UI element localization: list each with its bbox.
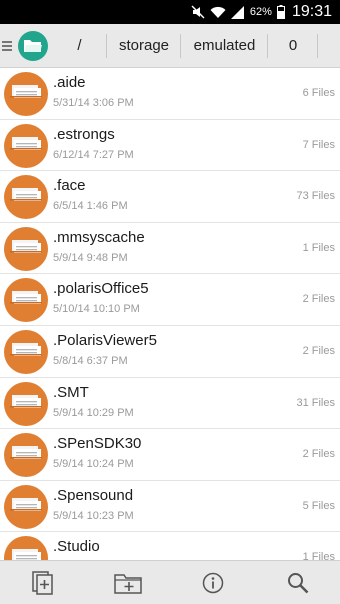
list-item[interactable]: .mmsyscache 5/9/14 9:48 PM 1 Files bbox=[0, 223, 340, 275]
file-name: .estrongs bbox=[53, 125, 115, 143]
file-count: 73 Files bbox=[296, 190, 335, 203]
search-icon bbox=[287, 572, 308, 593]
file-name: .polarisOffice5 bbox=[53, 280, 149, 298]
folder-icon bbox=[4, 72, 48, 116]
path-bar: / storage emulated 0 bbox=[0, 24, 340, 68]
info-button[interactable] bbox=[191, 561, 235, 604]
list-item[interactable]: .estrongs 6/12/14 7:27 PM 7 Files bbox=[0, 120, 340, 172]
new-file-button[interactable] bbox=[21, 561, 65, 604]
list-item[interactable]: .SPenSDK30 5/9/14 10:24 PM 2 Files bbox=[0, 429, 340, 481]
signal-icon bbox=[230, 0, 245, 24]
mute-icon bbox=[191, 0, 205, 24]
breadcrumb-0[interactable]: 0 bbox=[268, 24, 318, 68]
file-count: 1 Files bbox=[302, 241, 335, 254]
file-date: 6/12/14 7:27 PM bbox=[53, 148, 134, 161]
file-count: 7 Files bbox=[302, 138, 335, 151]
folder-icon bbox=[4, 123, 48, 168]
list-item[interactable]: .aide 5/31/14 3:06 PM 6 Files bbox=[0, 68, 340, 120]
file-count: 2 Files bbox=[302, 293, 335, 306]
folder-icon bbox=[4, 433, 48, 478]
battery-percent: 62% bbox=[249, 6, 272, 18]
folder-open-icon bbox=[24, 39, 42, 52]
file-name: .mmsyscache bbox=[53, 228, 145, 246]
list-item[interactable]: .PolarisViewer5 5/8/14 6:37 PM 2 Files bbox=[0, 326, 340, 378]
folder-icon bbox=[4, 329, 48, 374]
info-icon bbox=[202, 572, 223, 593]
file-name: .aide bbox=[53, 74, 86, 91]
file-name: .SMT bbox=[53, 383, 89, 401]
file-count: 1 Files bbox=[302, 551, 335, 560]
status-bar: 62% 19:31 bbox=[0, 0, 340, 24]
file-count: 6 Files bbox=[302, 87, 335, 99]
clock: 19:31 bbox=[291, 3, 332, 20]
menu-icon[interactable] bbox=[0, 24, 14, 68]
bottom-toolbar bbox=[0, 560, 340, 604]
list-item[interactable]: .Spensound 5/9/14 10:23 PM 5 Files bbox=[0, 481, 340, 533]
list-item[interactable]: .face 6/5/14 1:46 PM 73 Files bbox=[0, 171, 340, 223]
file-count: 2 Files bbox=[302, 344, 335, 357]
battery-icon bbox=[276, 0, 285, 24]
breadcrumb-emulated[interactable]: emulated bbox=[181, 24, 268, 68]
file-name: .Spensound bbox=[53, 486, 134, 504]
list-item[interactable]: .SMT 5/9/14 10:29 PM 31 Files bbox=[0, 378, 340, 430]
file-date: 5/9/14 9:48 PM bbox=[53, 251, 128, 264]
breadcrumb-root[interactable]: / bbox=[48, 24, 107, 68]
file-date: 5/31/14 3:06 PM bbox=[53, 97, 134, 109]
search-button[interactable] bbox=[276, 561, 320, 604]
new-folder-button[interactable] bbox=[106, 561, 150, 604]
folder-icon bbox=[4, 381, 48, 426]
folder-icon bbox=[4, 484, 48, 529]
file-count: 5 Files bbox=[302, 499, 335, 512]
file-count: 2 Files bbox=[302, 448, 335, 461]
file-name: .Studio bbox=[53, 538, 100, 556]
file-name: .SPenSDK30 bbox=[53, 435, 142, 453]
list-item[interactable]: .polarisOffice5 5/10/14 10:10 PM 2 Files bbox=[0, 274, 340, 326]
file-date: 6/5/14 1:46 PM bbox=[53, 200, 128, 213]
file-date: 5/9/14 10:23 PM bbox=[53, 509, 134, 522]
folder-icon bbox=[4, 278, 48, 323]
breadcrumb-storage[interactable]: storage bbox=[107, 24, 181, 68]
file-count: 31 Files bbox=[296, 396, 335, 409]
file-date: 5/10/14 10:10 PM bbox=[53, 303, 140, 316]
new-file-icon bbox=[31, 570, 53, 595]
file-name: .PolarisViewer5 bbox=[53, 331, 157, 349]
wifi-icon bbox=[210, 0, 226, 24]
file-date: 5/8/14 6:37 PM bbox=[53, 354, 128, 367]
folder-icon bbox=[4, 226, 48, 271]
list-item[interactable]: .Studio 1 Files bbox=[0, 532, 340, 560]
new-folder-icon bbox=[113, 573, 142, 594]
folder-icon bbox=[4, 536, 48, 560]
file-list[interactable]: .aide 5/31/14 3:06 PM 6 Files .estrongs … bbox=[0, 68, 340, 560]
app-logo[interactable] bbox=[18, 30, 48, 61]
file-date: 5/9/14 10:29 PM bbox=[53, 406, 134, 419]
file-name: .face bbox=[53, 177, 86, 195]
file-date: 5/9/14 10:24 PM bbox=[53, 458, 134, 471]
folder-icon bbox=[4, 175, 48, 220]
